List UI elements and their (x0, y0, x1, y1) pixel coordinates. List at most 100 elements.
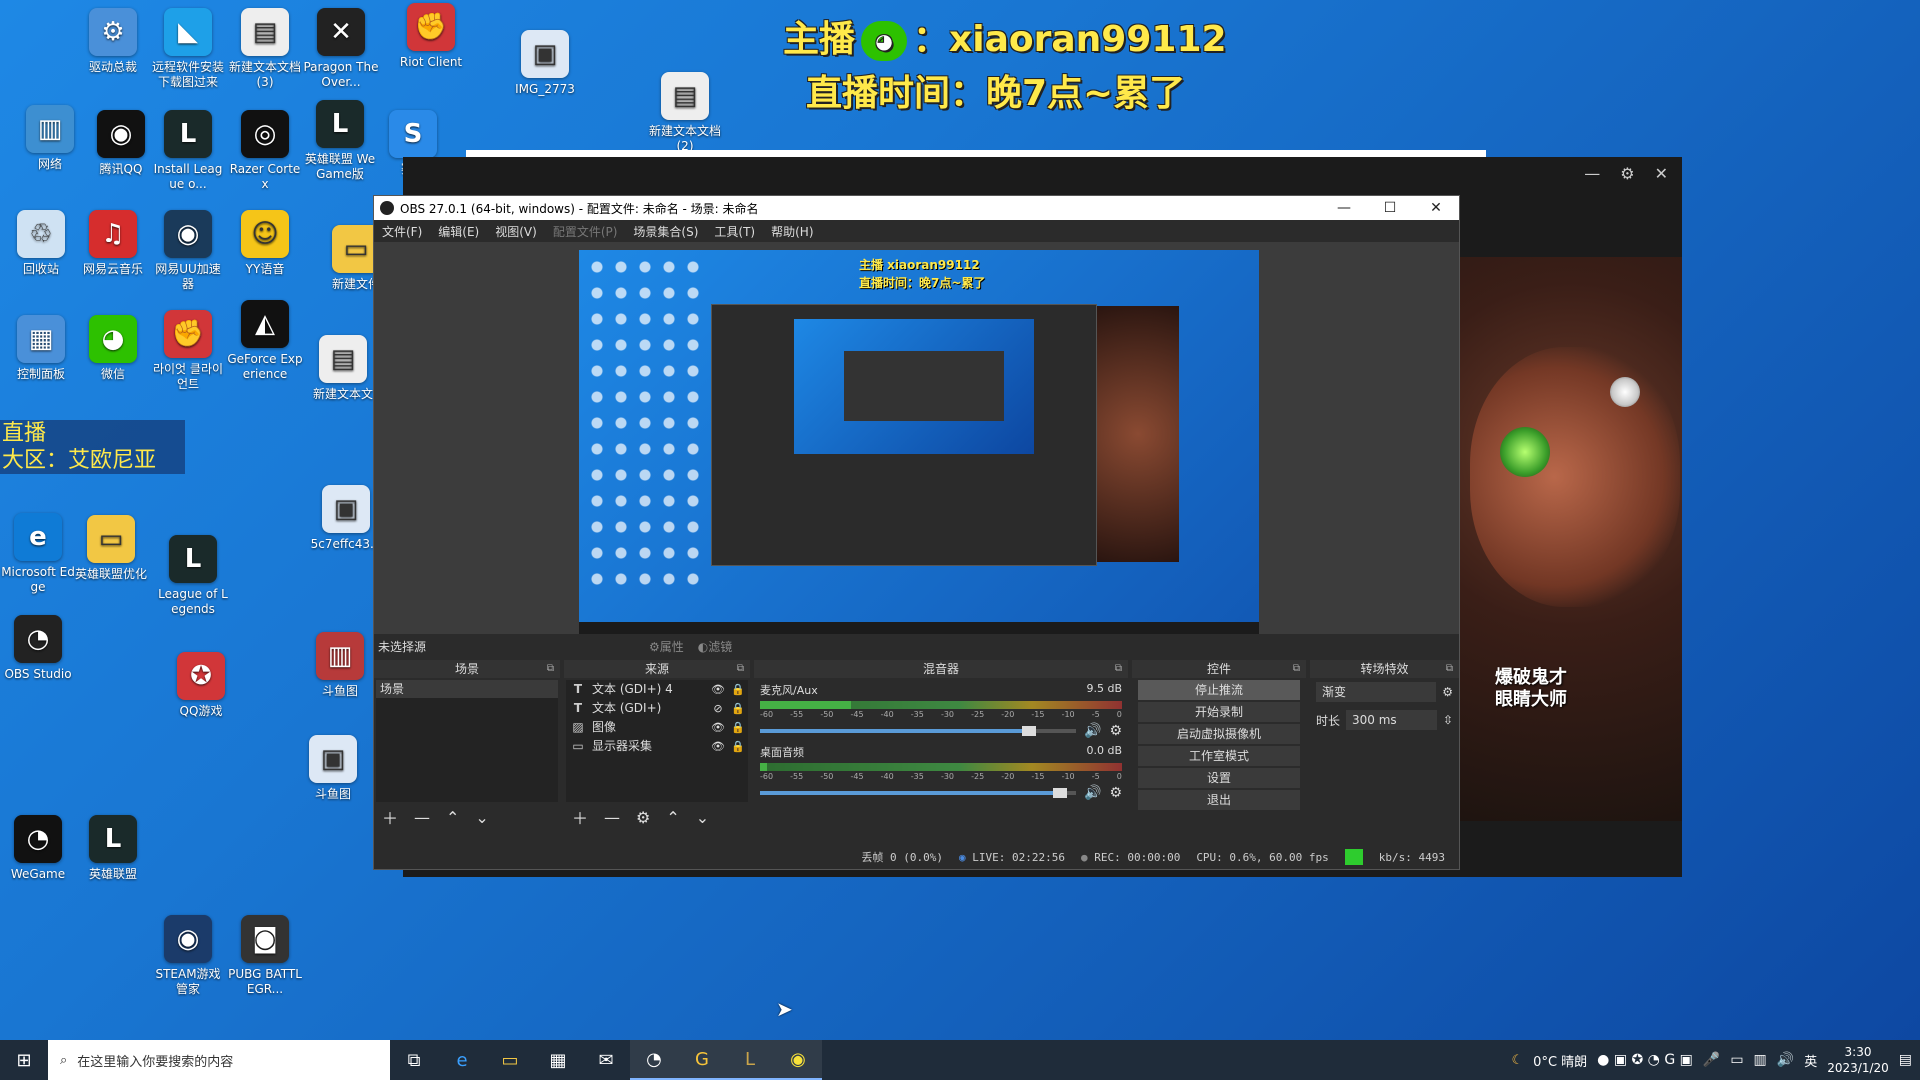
desktop-icon-steam[interactable]: ◉ STEAM游戏管家 (150, 915, 226, 997)
desktop-icon-riot[interactable]: ✊ Riot Client (393, 3, 469, 70)
notification-icon[interactable]: ▤ (1899, 1052, 1912, 1068)
bg-minimize-button[interactable]: — (1584, 164, 1600, 183)
desktop-icon-installlol[interactable]: L Install League o... (150, 110, 226, 192)
menu-file[interactable]: 文件(F) (382, 223, 422, 240)
desktop-icon-qq[interactable]: ◉ 腾讯QQ (83, 110, 159, 177)
clock[interactable]: 3:30 2023/1/20 (1827, 1044, 1889, 1076)
display-icon[interactable]: ▭ (1730, 1052, 1743, 1068)
remove-source-button[interactable]: — (604, 808, 620, 827)
desktop-icon-qudong[interactable]: ⚙ 驱动总裁 (75, 8, 151, 75)
desktop-icon-paragon[interactable]: ✕ Paragon The Over... (303, 8, 379, 90)
desktop-icon-geforce[interactable]: ◭ GeForce Experience (227, 300, 303, 382)
visibility-eye-icon[interactable]: 👁 (708, 718, 728, 737)
obs-maximize-button[interactable]: ☐ (1367, 200, 1413, 216)
desktop-icon-lolwegame[interactable]: L 英雄联盟 WeGame版 (302, 100, 378, 182)
menu-tools[interactable]: 工具(T) (714, 223, 755, 240)
desktop-icon-uu[interactable]: ◉ 网易UU加速器 (150, 210, 226, 292)
desktop-icon-yuancheng[interactable]: ◣ 远程软件安装下载图过来 (150, 8, 226, 90)
add-source-button[interactable]: ＋ (572, 805, 588, 829)
store-icon[interactable]: ▦ (534, 1040, 582, 1080)
gaming-app-taskbar-icon[interactable]: G (678, 1040, 726, 1080)
lock-icon[interactable]: 🔒 (728, 680, 748, 699)
add-scene-button[interactable]: ＋ (382, 805, 398, 829)
menu-view[interactable]: 视图(V) (495, 223, 537, 240)
source-item[interactable]: T 文本 (GDI+) 4 👁 🔒 (566, 680, 748, 699)
desktop-icon-controlpanel[interactable]: ▦ 控制面板 (3, 315, 79, 382)
desktop-icon-douyu2[interactable]: ▣ 斗鱼图 (295, 735, 371, 802)
dock-float-icon[interactable]: ⧉ (1115, 660, 1122, 678)
visibility-eye-icon[interactable]: 👁 (708, 737, 728, 756)
desktop-icon-lol2[interactable]: L 英雄联盟 (75, 815, 151, 882)
transition-settings-icon[interactable]: ⚙ (1442, 685, 1453, 699)
desktop-icon-newtxt[interactable]: ▤ 新建文本文 (305, 335, 381, 402)
lock-icon[interactable]: 🔒 (728, 718, 748, 737)
menu-edit[interactable]: 编辑(E) (438, 223, 479, 240)
visibility-eye-icon[interactable]: 👁 (708, 680, 728, 699)
desktop-icon-yy[interactable]: ☺ YY语音 (227, 210, 303, 277)
desktop-icon-riotkr[interactable]: ✊ 라이엇 클라이언트 (150, 310, 226, 392)
network-icon[interactable]: ▥ (1754, 1052, 1767, 1068)
edge-taskbar-icon[interactable]: e (438, 1040, 486, 1080)
transition-select[interactable]: 渐变 (1316, 682, 1437, 702)
speaker-icon[interactable]: 🔊 (1084, 723, 1101, 739)
studio-mode-button[interactable]: 工作室模式 (1138, 746, 1300, 766)
desktop-icon-recycle[interactable]: ♲ 回收站 (3, 210, 79, 277)
obs-close-button[interactable]: ✕ (1413, 200, 1459, 216)
exit-button[interactable]: 退出 (1138, 790, 1300, 810)
desktop-icon-obs[interactable]: ◔ OBS Studio (0, 615, 76, 682)
desktop-icon-qqgame[interactable]: ✪ QQ游戏 (163, 652, 239, 719)
speaker-icon[interactable]: 🔊 (1084, 785, 1101, 801)
filters-button[interactable]: ◐滤镜 (698, 638, 733, 655)
taskbar-search[interactable]: ⌕ 在这里输入你要搜索的内容 (48, 1040, 390, 1080)
task-view-icon[interactable]: ⧉ (390, 1040, 438, 1080)
visibility-eye-icon[interactable]: ⊘ (708, 699, 728, 718)
league-taskbar-icon[interactable]: L (726, 1040, 774, 1080)
desktop-icon-lol[interactable]: L League of Legends (155, 535, 231, 617)
stream-preview[interactable]: 主播 xiaoran99112 直播时间：晚7点~累了 (579, 250, 1259, 634)
move-up-icon[interactable]: ⌃ (666, 808, 679, 827)
slider-handle[interactable] (1021, 726, 1036, 736)
lock-icon[interactable]: 🔒 (728, 699, 748, 718)
volume-slider[interactable] (760, 788, 1076, 798)
bg-close-button[interactable]: ✕ (1655, 164, 1668, 183)
volume-icon[interactable]: 🔊 (1777, 1052, 1794, 1068)
start-virtual-camera-button[interactable]: 启动虚拟摄像机 (1138, 724, 1300, 744)
desktop-icon-douyu1[interactable]: ▥ 斗鱼图 (302, 632, 378, 699)
menu-scene-collection[interactable]: 场景集合(S) (633, 223, 698, 240)
duration-stepper-icon[interactable]: ⇳ (1443, 713, 1453, 727)
desktop-icon-loloptim[interactable]: ▭ 英雄联盟优化 (73, 515, 149, 582)
desktop-icon-pubg[interactable]: ◙ PUBG BATTLEGR... (227, 915, 303, 997)
dock-float-icon[interactable]: ⧉ (1446, 660, 1453, 678)
desktop-icon-wegame[interactable]: ◔ WeGame (0, 815, 76, 882)
weather-text[interactable]: 0°C 晴朗 (1533, 1051, 1587, 1070)
ime-indicator[interactable]: 英 (1804, 1051, 1817, 1070)
desktop-icon-newtxt2[interactable]: ▤ 新建文本文档 (2) (647, 72, 723, 154)
properties-button[interactable]: ⚙属性 (649, 638, 684, 655)
windows-start-icon[interactable]: ⊞ (0, 1050, 48, 1071)
desktop-icon-network[interactable]: ▥ 网络 (12, 105, 88, 172)
channel-settings-icon[interactable]: ⚙ (1109, 785, 1122, 801)
obs-title-bar[interactable]: OBS 27.0.1 (64-bit, windows) - 配置文件: 未命名… (374, 196, 1459, 220)
remove-scene-button[interactable]: — (414, 808, 430, 827)
duration-input[interactable]: 300 ms (1346, 710, 1437, 730)
start-recording-button[interactable]: 开始录制 (1138, 702, 1300, 722)
mail-icon[interactable]: ✉ (582, 1040, 630, 1080)
source-item[interactable]: ▭ 显示器采集 👁 🔒 (566, 737, 748, 756)
channel-settings-icon[interactable]: ⚙ (1109, 723, 1122, 739)
desktop-icon-newtxt3[interactable]: ▤ 新建文本文档 (3) (227, 8, 303, 90)
move-up-icon[interactable]: ⌃ (446, 808, 459, 827)
menu-profile[interactable]: 配置文件(P) (553, 223, 618, 240)
menu-help[interactable]: 帮助(H) (771, 223, 813, 240)
tray-app-icons[interactable]: ● ▣ ✪ ◔ G ▣ (1597, 1052, 1693, 1068)
desktop-icon-wechat[interactable]: ◕ 微信 (75, 315, 151, 382)
scene-item[interactable]: 场景 (376, 680, 558, 698)
volume-slider[interactable] (760, 726, 1076, 736)
lock-icon[interactable]: 🔒 (728, 737, 748, 756)
desktop-icon-img2773[interactable]: ▣ IMG_2773 (507, 30, 583, 97)
file-explorer-icon[interactable]: ▭ (486, 1040, 534, 1080)
dock-float-icon[interactable]: ⧉ (737, 660, 744, 678)
source-item[interactable]: T 文本 (GDI+) ⊘ 🔒 (566, 699, 748, 718)
move-down-icon[interactable]: ⌄ (696, 808, 709, 827)
desktop-icon-neteasemusic[interactable]: ♫ 网易云音乐 (75, 210, 151, 277)
dock-float-icon[interactable]: ⧉ (1293, 660, 1300, 678)
